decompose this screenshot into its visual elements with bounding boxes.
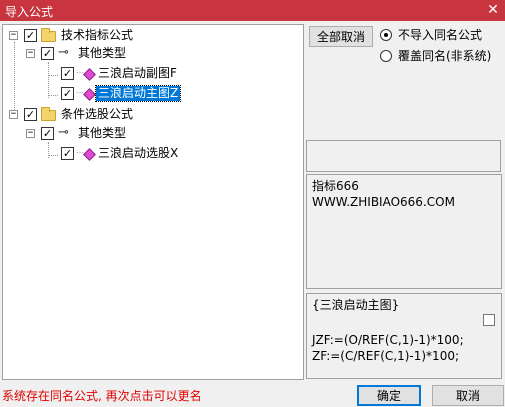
tree-checkbox[interactable]: ✓	[41, 127, 54, 140]
tree-node-stock-selection[interactable]: − ✓ 条件选股公式	[3, 106, 303, 124]
key-icon: ⊸	[58, 45, 69, 60]
collapse-icon[interactable]: −	[9, 31, 18, 40]
option-label: 不导入同名公式	[398, 28, 483, 42]
tree-checkbox[interactable]: ✓	[61, 147, 74, 160]
empty-panel	[306, 140, 501, 172]
tree-node-label: 三浪启动副图F	[98, 66, 177, 80]
option-no-import-same-name[interactable]: 不导入同名公式	[380, 28, 500, 44]
tree-checkbox[interactable]: ✓	[24, 108, 37, 121]
tree-item-formula[interactable]: ✓ ⋯ 三浪启动选股X	[3, 145, 303, 163]
formula-code-line-2: ZF:=(C/REF(C,1)-1)*100;	[312, 349, 459, 363]
cancel-all-button[interactable]: 全部取消	[309, 26, 373, 47]
tree-node-other-type[interactable]: − ✓ ⊸ 其他类型	[3, 125, 303, 143]
folder-icon	[41, 107, 56, 121]
tree-item-formula-selected[interactable]: ✓ ⋯ 三浪启动主图Z	[3, 85, 303, 103]
info-line-2: WWW.ZHIBIAO666.COM	[312, 195, 455, 209]
formula-code-line-1: JZF:=(O/REF(C,1)-1)*100;	[312, 333, 464, 347]
info-line-1: 指标666	[312, 179, 359, 193]
close-icon[interactable]: ✕	[481, 0, 505, 21]
formula-gem-icon	[83, 88, 96, 101]
import-formula-dialog: 导入公式 ✕ − ✓ 技术指标公式 − ✓ ⊸ 其他类型 ✓ ⋯ 三浪启动副图F	[0, 0, 505, 407]
tree-node-other-type[interactable]: − ✓ ⊸ 其他类型	[3, 45, 303, 63]
formula-code-title: {三浪启动主图}	[312, 298, 400, 312]
info-panel: 指标666 WWW.ZHIBIAO666.COM	[306, 174, 502, 289]
option-overwrite-same-name[interactable]: 覆盖同名(非系统)	[380, 49, 502, 65]
status-message: 系统存在同名公式, 再次点击可以更名	[2, 389, 202, 403]
tree-checkbox[interactable]: ✓	[61, 87, 74, 100]
radio-unselected[interactable]	[380, 50, 392, 62]
key-icon: ⊸	[58, 125, 69, 140]
title-bar: 导入公式 ✕	[0, 0, 505, 21]
tree-node-label: 技术指标公式	[61, 28, 134, 42]
folder-icon	[41, 28, 56, 42]
tree-node-label: 其他类型	[78, 126, 127, 140]
confirm-button[interactable]: 确定	[357, 385, 421, 406]
tree-node-tech-indicators[interactable]: − ✓ 技术指标公式	[3, 27, 303, 45]
formula-gem-icon	[83, 68, 96, 81]
tree-checkbox[interactable]: ✓	[61, 67, 74, 80]
tree-node-label: 条件选股公式	[61, 107, 134, 121]
tree-node-label: 三浪启动主图Z	[94, 85, 182, 102]
radio-selected[interactable]	[380, 29, 392, 41]
formula-gem-icon	[83, 148, 96, 161]
tree-node-label: 三浪启动选股X	[98, 146, 179, 160]
collapse-icon[interactable]: −	[26, 49, 35, 58]
code-checkbox[interactable]	[483, 314, 495, 326]
tree-item-formula[interactable]: ✓ ⋯ 三浪启动副图F	[3, 65, 303, 83]
tree-node-label: 其他类型	[78, 46, 127, 60]
tree-checkbox[interactable]: ✓	[41, 47, 54, 60]
tree-checkbox[interactable]: ✓	[24, 29, 37, 42]
cancel-button[interactable]: 取消	[432, 385, 504, 406]
formula-code-panel[interactable]: {三浪启动主图} JZF:=(O/REF(C,1)-1)*100; ZF:=(C…	[306, 293, 502, 379]
collapse-icon[interactable]: −	[9, 110, 18, 119]
option-label: 覆盖同名(非系统)	[398, 49, 492, 63]
collapse-icon[interactable]: −	[26, 129, 35, 138]
formula-tree[interactable]: − ✓ 技术指标公式 − ✓ ⊸ 其他类型 ✓ ⋯ 三浪启动副图F ✓ ⋯ 三浪…	[2, 24, 304, 380]
window-title: 导入公式	[5, 5, 54, 19]
